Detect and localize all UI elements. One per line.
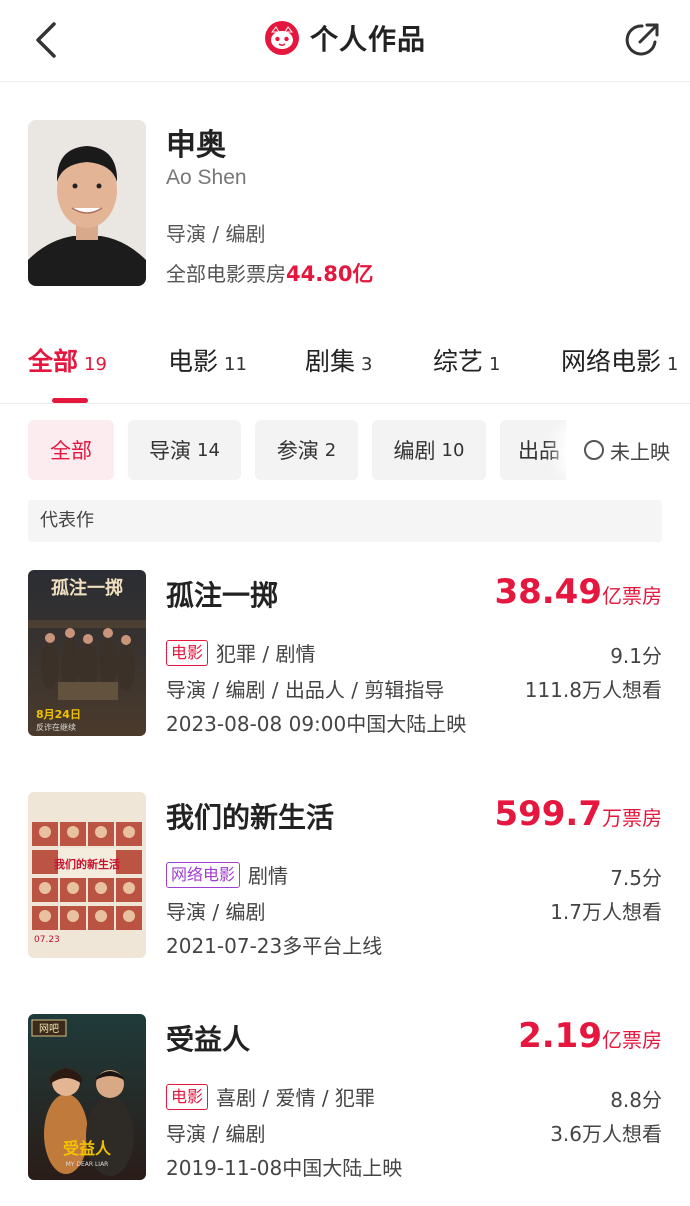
movie-item[interactable]: 我们的新生活 07.23 我们的新生活 599.7万票房 网络电影 剧情 7.5… [0, 792, 690, 962]
movie-score: 9.1分 [610, 644, 662, 668]
type-badge: 电影 [166, 1083, 209, 1110]
poster-title-text: 我们的新生活 [54, 857, 120, 871]
filter-label: 参演 [276, 439, 319, 463]
filter-count: 10 [441, 439, 465, 461]
movie-want-count: 3.6万人想看 [550, 1122, 662, 1146]
tab-count: 19 [84, 354, 107, 375]
movie-release-date: 2019-11-08中国大陆上映 [166, 1156, 403, 1180]
movie-item[interactable]: 网吧 受益人 MY DEAR LIAR 受益人 2.19亿票房 电影 喜剧 / … [0, 1014, 690, 1184]
movie-roles: 导演 / 编剧 [166, 1122, 266, 1146]
tab-label: 剧集 [305, 347, 356, 376]
movie-genres: 剧情 [248, 864, 289, 888]
movie-release-date: 2021-07-23多平台上线 [166, 934, 383, 958]
share-icon[interactable] [622, 20, 662, 60]
poster-title-text: 孤注一掷 [51, 577, 123, 599]
type-badge: 网络电影 [166, 861, 241, 888]
tab-label: 网络电影 [561, 347, 662, 376]
movie-genres: 犯罪 / 剧情 [216, 642, 316, 666]
tab-all[interactable]: 全部 19 [28, 342, 107, 378]
box-value: 599.7 [494, 794, 602, 834]
person-roles: 导演 / 编剧 [166, 222, 266, 246]
person-english-name: Ao Shen [166, 166, 247, 189]
movie-tags: 网络电影 剧情 [166, 860, 288, 889]
tab-label: 全部 [28, 347, 79, 376]
tab-label: 综艺 [433, 347, 484, 376]
radio-circle-icon [584, 440, 604, 460]
tab-count: 1 [489, 354, 501, 375]
unreleased-toggle[interactable]: 未上映 [566, 420, 690, 480]
movie-box-office: 599.7万票房 [494, 794, 662, 834]
box-office-value: 44.80亿 [286, 262, 374, 286]
filter-actor[interactable]: 参演 2 [255, 420, 358, 480]
box-value: 38.49 [494, 572, 602, 612]
movie-poster[interactable]: 我们的新生活 07.23 [28, 792, 146, 958]
movie-item[interactable]: 孤注一掷 8月24日 反诈在继续 孤注一掷 38.49亿票房 电影 犯罪 / 剧… [0, 570, 690, 740]
movie-want-count: 1.7万人想看 [550, 900, 662, 924]
unreleased-label: 未上映 [610, 439, 670, 464]
tab-count: 11 [224, 354, 247, 375]
movie-roles: 导演 / 编剧 [166, 900, 266, 924]
avatar[interactable] [28, 120, 146, 286]
tab-movie[interactable]: 电影 11 [168, 342, 247, 378]
tab-series[interactable]: 剧集 3 [305, 342, 372, 378]
box-unit: 亿票房 [602, 1028, 662, 1052]
nav-title-group: 个人作品 [0, 18, 690, 58]
movie-box-office: 38.49亿票房 [494, 572, 662, 612]
movie-release-date: 2023-08-08 09:00中国大陆上映 [166, 712, 467, 736]
filter-writer[interactable]: 编剧 10 [372, 420, 486, 480]
tab-web-movie[interactable]: 网络电影 1 [561, 342, 678, 378]
filter-label: 导演 [149, 439, 192, 463]
movie-title: 受益人 [166, 1023, 251, 1056]
tab-label: 电影 [168, 347, 219, 376]
movie-title: 我们的新生活 [166, 801, 335, 834]
movie-roles: 导演 / 编剧 / 出品人 / 剪辑指导 [166, 678, 445, 702]
type-badge: 电影 [166, 639, 209, 666]
person-name: 申奥 [166, 128, 226, 163]
movie-poster[interactable]: 网吧 受益人 MY DEAR LIAR [28, 1014, 146, 1180]
filter-all[interactable]: 全部 [28, 420, 114, 480]
movie-want-count: 111.8万人想看 [524, 678, 662, 702]
movie-score: 8.8分 [610, 1088, 662, 1112]
box-unit: 亿票房 [602, 584, 662, 608]
movie-title: 孤注一掷 [166, 579, 279, 612]
movie-box-office: 2.19亿票房 [518, 1016, 662, 1056]
poster-sub-text: 反诈在继续 [36, 722, 76, 732]
poster-date-text: 8月24日 [36, 708, 81, 721]
filter-label: 全部 [50, 439, 92, 463]
maoyan-logo-icon [264, 21, 299, 55]
filter-label: 编剧 [393, 439, 436, 463]
total-box-office: 全部电影票房44.80亿 [166, 258, 373, 288]
movie-poster[interactable]: 孤注一掷 8月24日 反诈在继续 [28, 570, 146, 736]
section-header-representative: 代表作 [28, 500, 662, 542]
active-tab-indicator [52, 398, 88, 403]
poster-sub-text: MY DEAR LIAR [66, 1161, 109, 1168]
category-tabs: 全部 19 电影 11 剧集 3 综艺 1 网络电影 1 [0, 322, 690, 404]
profile-header: 申奥 Ao Shen 导演 / 编剧 全部电影票房44.80亿 [0, 82, 690, 322]
poster-sign-text: 网吧 [39, 1023, 59, 1035]
movie-tags: 电影 喜剧 / 爱情 / 犯罪 [166, 1082, 375, 1111]
filter-count: 14 [197, 439, 220, 461]
top-nav-bar: 个人作品 [0, 0, 690, 82]
movie-score: 7.5分 [610, 866, 662, 890]
filter-label: 出品 [518, 439, 560, 463]
box-unit: 万票房 [602, 806, 662, 830]
poster-title-text: 受益人 [63, 1139, 112, 1158]
movie-genres: 喜剧 / 爱情 / 犯罪 [216, 1086, 375, 1110]
role-filter-bar: 全部 导演 14 参演 2 编剧 10 出品 未上映 [0, 420, 690, 482]
filter-count: 2 [324, 439, 337, 461]
box-office-label: 全部电影票房 [166, 262, 286, 286]
tab-count: 1 [667, 354, 679, 375]
tab-variety[interactable]: 综艺 1 [433, 342, 500, 378]
poster-date-text: 07.23 [34, 935, 60, 945]
tab-count: 3 [361, 354, 373, 375]
movie-tags: 电影 犯罪 / 剧情 [166, 638, 315, 667]
page-title: 个人作品 [309, 23, 426, 56]
box-value: 2.19 [518, 1016, 602, 1056]
filter-director[interactable]: 导演 14 [128, 420, 241, 480]
